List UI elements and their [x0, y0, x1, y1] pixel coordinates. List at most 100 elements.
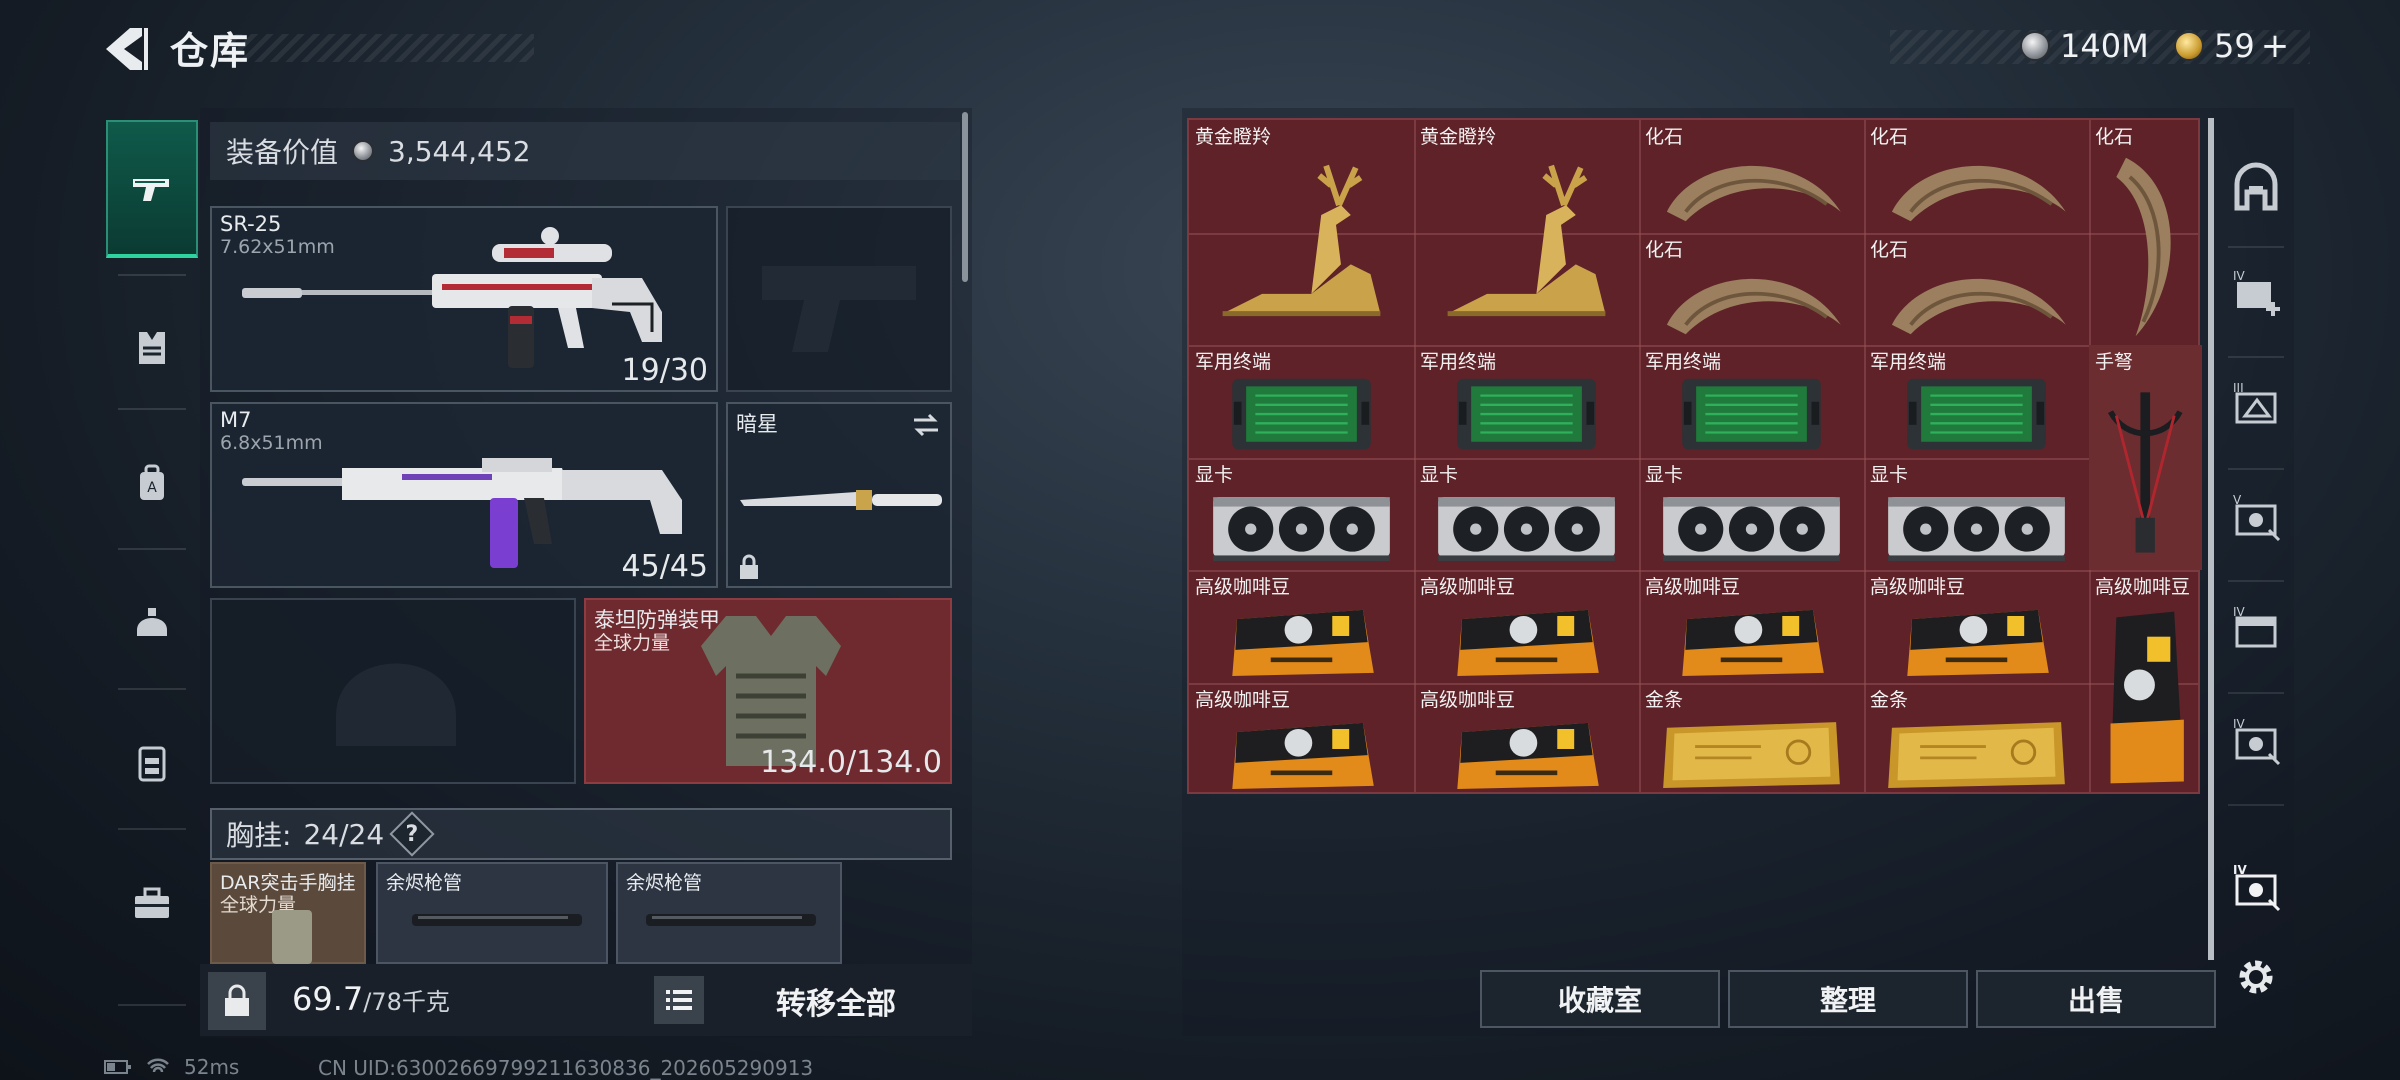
stash-item[interactable]: 显卡: [1189, 458, 1414, 571]
transfer-all-button[interactable]: 转移全部: [716, 972, 956, 1030]
stash-item[interactable]: 军用终端: [1639, 345, 1864, 458]
stash-item[interactable]: 军用终端: [1864, 345, 2089, 458]
barrel-name: 余烬枪管: [626, 872, 703, 894]
rail-safehouse[interactable]: [2216, 134, 2296, 244]
stash-item-label: 军用终端: [1645, 351, 1722, 374]
gold-currency[interactable]: 59 +: [2174, 26, 2289, 66]
knife-icon: [740, 490, 942, 510]
safehouse-icon: [2234, 162, 2278, 211]
military-terminal-icon: [1457, 378, 1596, 450]
stash-item-label: 化石: [1870, 238, 1909, 261]
primary-weapon-slot[interactable]: SR-25 7.62x51mm 19/30: [210, 206, 718, 392]
container-rail: IV III V IV IV IV: [2216, 118, 2296, 1018]
fossil-claw-icon: [1666, 165, 1841, 222]
premium-coffee-beans-icon: [1457, 722, 1599, 789]
collection-room-button[interactable]: 收藏室: [1480, 970, 1720, 1028]
barrel-slot-1[interactable]: 余烬枪管: [376, 862, 608, 964]
stash-item[interactable]: 化石: [1864, 233, 2089, 346]
stash-item-label: 高级咖啡豆: [1420, 689, 1516, 711]
add-gold-icon[interactable]: +: [2261, 26, 2290, 66]
stash-item[interactable]: 军用终端: [1189, 345, 1414, 458]
premium-coffee-beans-icon: [1232, 610, 1374, 677]
stash-item[interactable]: 显卡: [1639, 458, 1864, 571]
golden-gazelle-icon: [1447, 164, 1606, 317]
rail-case-iv-add[interactable]: IV: [2216, 238, 2296, 348]
stash-item[interactable]: 化石: [1639, 120, 1864, 233]
rail-chest-rig[interactable]: [106, 694, 198, 832]
stash-item[interactable]: 化石: [2089, 120, 2202, 345]
rail-helmet[interactable]: [106, 554, 198, 692]
rail-armor[interactable]: [106, 278, 198, 416]
stash-item[interactable]: 高级咖啡豆: [1414, 683, 1639, 796]
stash-item[interactable]: 手弩: [2089, 345, 2202, 571]
weight-lock-button[interactable]: [208, 972, 266, 1030]
stash-item-label: 显卡: [1645, 463, 1684, 486]
barrel-icon: [646, 914, 816, 926]
list-view-button[interactable]: [654, 976, 704, 1024]
help-icon[interactable]: ?: [389, 811, 435, 857]
stash-item-label: 高级咖啡豆: [1645, 576, 1741, 599]
stash-item[interactable]: 化石: [1864, 120, 2089, 233]
stash-item-label: 高级咖啡豆: [1870, 576, 1966, 599]
case-iv-b-icon: IV: [2233, 717, 2281, 766]
stash-item[interactable]: 高级咖啡豆: [1639, 570, 1864, 683]
premium-coffee-beans-icon: [1232, 722, 1374, 789]
rail-case-v[interactable]: V: [2216, 462, 2296, 572]
back-button[interactable]: [100, 22, 152, 76]
rig-item-slot[interactable]: DAR突击手胸挂 全球力量: [210, 862, 366, 964]
rail-case-iv-b[interactable]: IV: [2216, 686, 2296, 796]
stash-item[interactable]: 显卡: [1864, 458, 2089, 571]
helmet-slot[interactable]: [210, 598, 576, 784]
organize-button[interactable]: 整理: [1728, 970, 1968, 1028]
carry-weight: 69.7/78千克: [292, 980, 450, 1018]
stash-item[interactable]: 高级咖啡豆: [1189, 570, 1414, 683]
sell-button[interactable]: 出售: [1976, 970, 2216, 1028]
rail-case-iv[interactable]: IV: [2216, 574, 2296, 684]
stash-item[interactable]: 高级咖啡豆: [1414, 570, 1639, 683]
rail-case-iii[interactable]: III: [2216, 350, 2296, 460]
stash-item[interactable]: 高级咖啡豆: [1864, 570, 2089, 683]
armor-icon: [139, 332, 165, 364]
gold-bar-icon: [1888, 722, 2065, 788]
rail-toolbox[interactable]: [106, 834, 198, 972]
armor-slot[interactable]: 泰坦防弹装甲 全球力量 134.0/134.0: [584, 598, 952, 784]
chest-rig-label: 胸挂:: [226, 819, 292, 852]
stash-item-label: 高级咖啡豆: [1195, 576, 1291, 599]
secondary-weapon-slot[interactable]: M7 6.8x51mm 45/45: [210, 402, 718, 588]
weight-lock-icon: [225, 984, 249, 1016]
stash-item[interactable]: 军用终端: [1414, 345, 1639, 458]
settings-icon: [2239, 960, 2273, 994]
swap-icon[interactable]: [910, 412, 942, 438]
stash-item[interactable]: 高级咖啡豆: [1189, 683, 1414, 796]
melee-slot[interactable]: 暗星: [726, 402, 952, 588]
gold-amount: 59: [2214, 27, 2255, 65]
graphics-card-icon: [1663, 496, 1840, 561]
rail-weapons[interactable]: [106, 120, 198, 258]
stash-item[interactable]: 黄金瞪羚: [1414, 120, 1639, 345]
premium-coffee-beans-icon: [2110, 611, 2184, 784]
barrel-slot-2[interactable]: 余烬枪管: [616, 862, 842, 964]
stash-item-label: 显卡: [1420, 463, 1459, 486]
stash-item-label: 化石: [2095, 126, 2134, 148]
premium-coffee-beans-icon: [1682, 610, 1824, 677]
pistol-slot[interactable]: [726, 206, 952, 392]
stash-item[interactable]: 高级咖啡豆: [2089, 570, 2202, 795]
military-terminal-icon: [1682, 378, 1821, 450]
settings-button[interactable]: [2216, 922, 2296, 1032]
stash-item[interactable]: 显卡: [1414, 458, 1639, 571]
rail-backpack[interactable]: A: [106, 414, 198, 552]
stash-item[interactable]: 金条: [1639, 683, 1864, 796]
user-uid: CN UID:63002669799211630836_202605290913: [318, 1056, 814, 1080]
stash-scrollbar[interactable]: [2208, 118, 2214, 960]
stash-item[interactable]: 金条: [1864, 683, 2089, 796]
rig-icon: [138, 746, 166, 782]
chest-rig-icon: [272, 910, 312, 964]
silver-currency[interactable]: 140M: [2020, 26, 2149, 66]
stash-item-label: 显卡: [1870, 463, 1909, 486]
graphics-card-icon: [1438, 496, 1615, 561]
loadout-scrollbar[interactable]: [962, 112, 968, 282]
stash-item[interactable]: 化石: [1639, 233, 1864, 346]
stash-item-label: 化石: [1645, 238, 1684, 261]
svg-text:A: A: [147, 480, 157, 496]
stash-item[interactable]: 黄金瞪羚: [1189, 120, 1414, 345]
